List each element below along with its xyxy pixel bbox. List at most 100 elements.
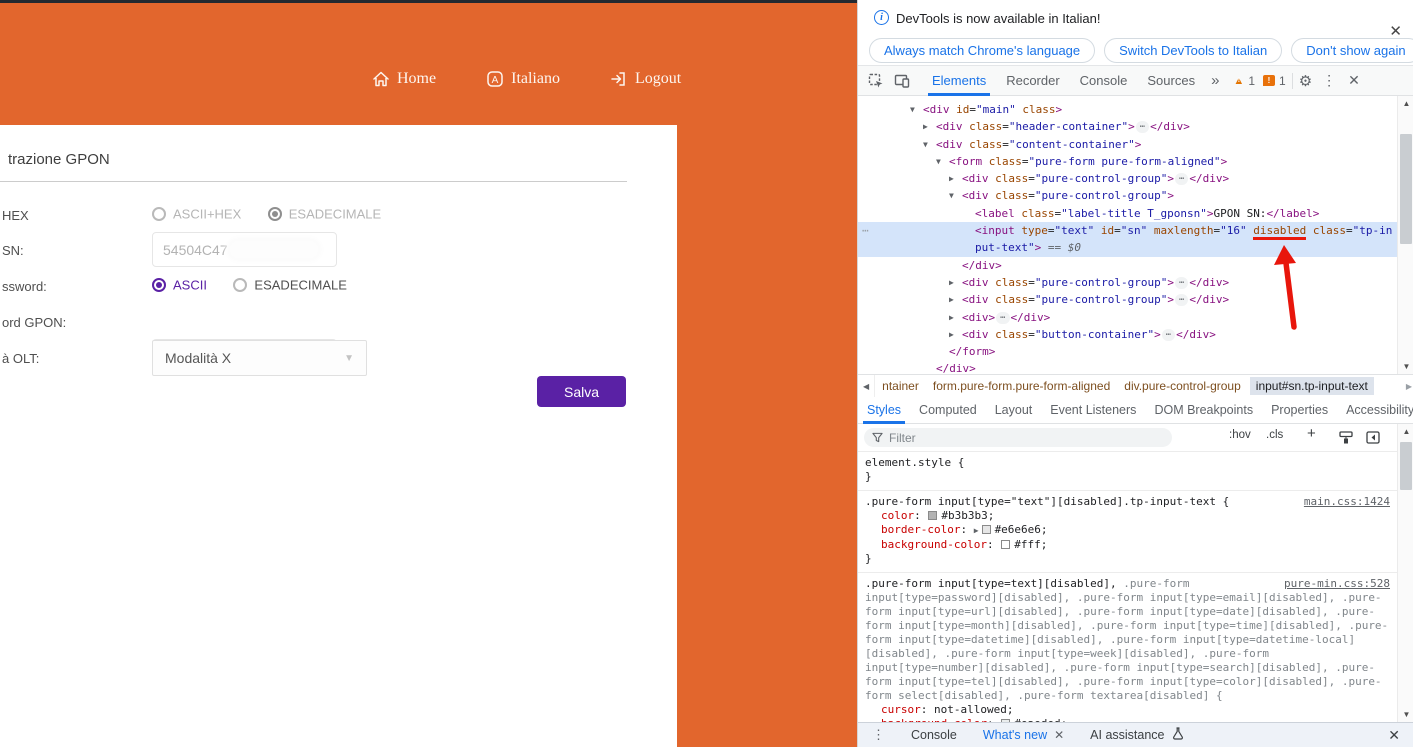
styles-tab-dom-breakpoints[interactable]: DOM Breakpoints (1145, 397, 1262, 424)
dom-tree-row[interactable]: ⋯<input type="text" id="sn" maxlength="1… (858, 222, 1397, 257)
settings-gear-icon[interactable]: ⚙ (1299, 72, 1312, 90)
scrollbar-thumb[interactable] (1400, 442, 1412, 490)
drawer-kebab-icon[interactable]: ⋮ (872, 727, 885, 743)
styles-tab-event-listeners[interactable]: Event Listeners (1041, 397, 1145, 424)
radio-esadecimale[interactable]: ESADECIMALE (233, 276, 346, 293)
more-tabs-icon[interactable]: » (1205, 72, 1225, 89)
tab-recorder[interactable]: Recorder (996, 66, 1069, 96)
elements-scrollbar[interactable]: ▲ ▼ (1397, 96, 1413, 374)
scroll-down-icon[interactable]: ▼ (1398, 710, 1413, 719)
issues-badge[interactable]: ! 1 (1263, 74, 1286, 88)
css-property[interactable]: cursor: not-allowed; (865, 703, 1390, 717)
styles-tab-layout[interactable]: Layout (986, 397, 1042, 424)
nav-home[interactable]: Home (372, 70, 436, 88)
device-toolbar-icon[interactable] (894, 73, 910, 89)
stylesheet-link[interactable]: main.css:1424 (1304, 495, 1390, 509)
breadcrumb-item[interactable]: input#sn.tp-input-text (1250, 377, 1374, 395)
css-rule[interactable]: pure-min.css:528.pure-form input[type=te… (858, 573, 1397, 722)
radio-esadecimale-disabled[interactable]: ESADECIMALE (268, 205, 381, 222)
collapse-arrow-icon[interactable]: ▼ (936, 153, 941, 170)
drawer-tab-ai-assistance[interactable]: AI assistance (1090, 727, 1183, 743)
radio-ascii-circle[interactable] (152, 278, 166, 292)
styles-scrollbar[interactable]: ▲ ▼ (1397, 424, 1413, 722)
notification-button-1[interactable]: Switch DevTools to Italian (1104, 38, 1282, 63)
breadcrumb-left-icon[interactable]: ◀ (858, 375, 875, 397)
collapse-arrow-icon[interactable]: ▼ (949, 187, 954, 204)
dom-tree-row[interactable]: <label class="label-title T_gponsn">GPON… (858, 205, 1397, 222)
dom-tree-row[interactable]: ▶<div class="pure-control-group">⋯</div> (858, 291, 1397, 308)
filter-input[interactable]: Filter (864, 428, 1172, 447)
computed-sidebar-toggle-icon[interactable] (1366, 431, 1380, 447)
toggle-hover-state[interactable]: :hov (1229, 429, 1251, 441)
scroll-down-icon[interactable]: ▼ (1398, 362, 1413, 371)
nav-language[interactable]: A Italiano (486, 70, 560, 88)
notification-button-0[interactable]: Always match Chrome's language (869, 38, 1095, 63)
dom-tree-row[interactable]: ▶<div>⋯</div> (858, 309, 1397, 326)
tab-sources[interactable]: Sources (1137, 66, 1205, 96)
stylesheet-link[interactable]: pure-min.css:528 (1284, 577, 1390, 591)
radio-esadecimale2-circle[interactable] (233, 278, 247, 292)
css-property[interactable]: background-color: #fff; (865, 538, 1390, 552)
dom-tree-row[interactable]: ▶<div class="pure-control-group">⋯</div> (858, 274, 1397, 291)
css-property[interactable]: color: #b3b3b3; (865, 509, 1390, 523)
dom-tree-row[interactable]: ▼<div class="content-container"> (858, 136, 1397, 153)
color-swatch[interactable] (928, 511, 937, 520)
node-options-dots[interactable]: ⋯ (862, 222, 870, 239)
color-swatch[interactable] (982, 525, 991, 534)
styles-tab-styles[interactable]: Styles (858, 397, 910, 424)
rendering-brush-icon[interactable] (1339, 431, 1353, 447)
scrollbar-thumb[interactable] (1400, 134, 1412, 244)
breadcrumb-item[interactable]: form.pure-form.pure-form-aligned (933, 379, 1110, 393)
close-drawer-icon[interactable]: ✕ (1388, 727, 1400, 744)
expand-arrow-icon[interactable]: ▶ (974, 526, 979, 535)
save-button[interactable]: Salva (537, 376, 626, 407)
new-style-rule-icon[interactable]: + (1307, 425, 1316, 442)
radio-esadecimale-circle[interactable] (268, 207, 282, 221)
dom-tree-row[interactable]: ▼<div class="pure-control-group"> (858, 187, 1397, 204)
dom-tree-row[interactable]: ▼<div id="main" class> (858, 101, 1397, 118)
olt-mode-select[interactable]: Modalità X ▼ (152, 340, 367, 376)
collapse-arrow-icon[interactable]: ▼ (910, 101, 915, 118)
scroll-up-icon[interactable]: ▲ (1398, 427, 1413, 436)
expand-arrow-icon[interactable]: ▶ (923, 118, 928, 135)
expand-arrow-icon[interactable]: ▶ (949, 291, 954, 308)
radio-ascii-hex[interactable]: ASCII+HEX (152, 205, 241, 222)
collapse-arrow-icon[interactable]: ▼ (923, 136, 928, 153)
kebab-menu-icon[interactable]: ⋮ (1322, 72, 1336, 89)
nav-logout[interactable]: Logout (610, 70, 681, 88)
breadcrumb-right-icon[interactable]: ▶ (1406, 382, 1412, 391)
expand-arrow-icon[interactable]: ▶ (949, 326, 954, 343)
close-devtools-icon[interactable]: ✕ (1348, 72, 1360, 89)
dom-tree-row[interactable]: ▶<div class="pure-control-group">⋯</div> (858, 170, 1397, 187)
close-whats-new-icon[interactable]: ✕ (1054, 728, 1064, 742)
scroll-up-icon[interactable]: ▲ (1398, 99, 1413, 108)
dom-tree-row[interactable]: ▶<div class="button-container">⋯</div> (858, 326, 1397, 343)
expand-arrow-icon[interactable]: ▶ (949, 274, 954, 291)
radio-ascii[interactable]: ASCII (152, 276, 207, 293)
drawer-tab-whats-new[interactable]: What's new ✕ (983, 728, 1064, 742)
warnings-badge[interactable]: ▲! 1 (1233, 74, 1255, 88)
drawer-tab-console[interactable]: Console (911, 728, 957, 742)
styles-tab-accessibility[interactable]: Accessibility (1337, 397, 1413, 424)
css-rule[interactable]: main.css:1424.pure-form input[type="text… (858, 491, 1397, 573)
dom-tree-row[interactable]: </div> (858, 257, 1397, 274)
expand-arrow-icon[interactable]: ▶ (949, 309, 954, 326)
inspect-element-icon[interactable] (868, 73, 884, 89)
toggle-classes[interactable]: .cls (1266, 429, 1283, 441)
sn-input[interactable]: 54504C47 (152, 232, 337, 267)
radio-ascii-hex-circle[interactable] (152, 207, 166, 221)
breadcrumb-item[interactable]: ntainer (882, 379, 919, 393)
expand-arrow-icon[interactable]: ▶ (949, 170, 954, 187)
breadcrumb-item[interactable]: div.pure-control-group (1124, 379, 1241, 393)
color-swatch[interactable] (1001, 540, 1010, 549)
notification-button-2[interactable]: Don't show again (1291, 38, 1413, 63)
element-style-block[interactable]: element.style { } (858, 452, 1397, 491)
styles-tab-properties[interactable]: Properties (1262, 397, 1337, 424)
styles-tab-computed[interactable]: Computed (910, 397, 986, 424)
css-property[interactable]: border-color: ▶#e6e6e6; (865, 523, 1390, 538)
close-notification-icon[interactable]: ✕ (1389, 22, 1402, 40)
dom-tree-row[interactable]: ▼<form class="pure-form pure-form-aligne… (858, 153, 1397, 170)
tab-console[interactable]: Console (1070, 66, 1138, 96)
dom-tree-row[interactable]: </div> (858, 360, 1397, 374)
dom-tree-row[interactable]: ▶<div class="header-container">⋯</div> (858, 118, 1397, 135)
